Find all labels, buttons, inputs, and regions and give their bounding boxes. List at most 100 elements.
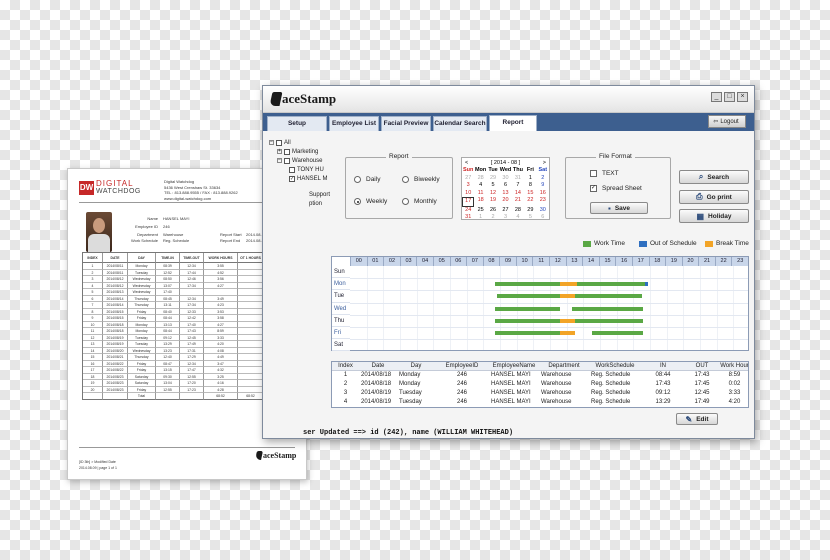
column-header[interactable]: Index [332, 362, 359, 370]
calendar-day[interactable]: 27 [462, 175, 474, 183]
radio-weekly[interactable]: Weekly [354, 198, 387, 205]
calendar-day[interactable]: 24 [462, 207, 474, 215]
radio-monthly[interactable]: Monthly [402, 198, 437, 205]
table-cell: 3 [343, 390, 348, 396]
calendar-day[interactable]: 31 [512, 175, 524, 183]
checkbox-text[interactable]: TEXT [590, 170, 619, 177]
tab-report[interactable]: Report [489, 115, 537, 131]
calendar-day[interactable]: 13 [499, 190, 511, 198]
calendar-day[interactable]: 28 [474, 175, 486, 183]
tree-item-employee[interactable]: ✓ HANSEL M [289, 174, 327, 183]
tree-item-marketing[interactable]: + Marketing [277, 147, 318, 156]
table-row[interactable]: 4 2014/08/19 Tuesday 246 HANSEL MAYI Warehous… [332, 398, 748, 407]
collapse-icon[interactable]: − [277, 158, 282, 163]
tab-employee-list[interactable]: Employee List [329, 116, 379, 131]
calendar-day[interactable]: 26 [487, 207, 499, 215]
column-header[interactable]: Work Hour [719, 362, 748, 370]
tab-facial-preview[interactable]: Facial Preview [381, 116, 431, 131]
tree-item-all[interactable]: − All [269, 138, 291, 147]
radio-daily[interactable]: Daily [354, 176, 380, 183]
calendar-day[interactable]: 18 [474, 197, 486, 207]
edit-button[interactable]: ✎ Edit [676, 413, 718, 425]
calendar-day[interactable]: 29 [524, 207, 536, 215]
column-header[interactable]: EmployeeName [489, 362, 539, 370]
column-header[interactable]: EmployeeID [435, 362, 489, 370]
calendar-day[interactable]: 3 [499, 214, 511, 222]
report-column-header: INDEX [83, 253, 103, 263]
radio-biweekly[interactable]: Biweekly [402, 176, 440, 183]
calendar-day[interactable]: 20 [499, 197, 511, 207]
calendar-day[interactable]: 19 [487, 197, 499, 207]
checkbox[interactable]: ✓ [289, 175, 295, 182]
calendar-day[interactable]: 17 [462, 197, 475, 207]
calendar-day[interactable]: 15 [524, 190, 536, 198]
calendar-prev-button[interactable]: < [465, 160, 468, 166]
column-header[interactable]: Department [539, 362, 589, 370]
calendar-day[interactable]: 2 [537, 175, 549, 183]
day-gridline [350, 339, 748, 341]
column-header[interactable]: WorkSchedule [589, 362, 641, 370]
calendar-day[interactable]: 16 [537, 190, 549, 198]
calendar-day[interactable]: 4 [474, 182, 486, 190]
calendar-day[interactable]: 1 [474, 214, 486, 222]
employee-department: Warehouse [163, 232, 184, 237]
calendar-day[interactable]: 8 [524, 182, 536, 190]
expand-icon[interactable]: + [277, 149, 282, 154]
day-gridline [350, 290, 748, 292]
tree-item-reception[interactable]: ption [309, 199, 322, 208]
search-button[interactable]: ⌕ Search [679, 170, 749, 184]
calendar-day[interactable]: 31 [462, 214, 474, 222]
calendar-day[interactable]: 21 [512, 197, 524, 207]
table-cell: Warehouse [541, 372, 572, 378]
column-header[interactable]: Day [397, 362, 435, 370]
maximize-button[interactable]: □ [724, 92, 735, 102]
print-button[interactable]: ⎙ Go print [679, 190, 749, 204]
checkbox[interactable] [284, 148, 290, 155]
calendar-day[interactable]: 23 [537, 197, 549, 207]
calendar-day[interactable]: 12 [487, 190, 499, 198]
calendar-next-button[interactable]: > [543, 160, 546, 166]
column-header[interactable]: IN [641, 362, 685, 370]
tab-calendar-search[interactable]: Calendar Search [433, 116, 487, 131]
calendar-day[interactable]: 9 [537, 182, 549, 190]
logout-button[interactable]: ⇦ Logout [708, 115, 746, 128]
hour-label: 11 [532, 257, 549, 266]
calendar-day[interactable]: 3 [462, 182, 474, 190]
checkbox[interactable] [276, 139, 282, 146]
close-button[interactable]: × [737, 92, 748, 102]
calendar-day[interactable]: 2 [487, 214, 499, 222]
tree-item-support[interactable]: Support [309, 190, 330, 199]
calendar-day[interactable]: 1 [524, 175, 536, 183]
calendar-day[interactable]: 7 [512, 182, 524, 190]
calendar-day[interactable]: 4 [512, 214, 524, 222]
collapse-icon[interactable]: − [269, 140, 274, 145]
calendar-day[interactable]: 6 [537, 214, 549, 222]
checkbox-spreadsheet[interactable]: ✓ Spread Sheet [590, 185, 642, 192]
calendar-day[interactable]: 29 [487, 175, 499, 183]
table-row[interactable]: 2 2014/08/18 Monday 246 HANSEL MAYI Warehouse… [332, 380, 748, 389]
calendar-day[interactable]: 5 [524, 214, 536, 222]
calendar-day[interactable]: 27 [499, 207, 511, 215]
holiday-button[interactable]: ▦ Holiday [679, 209, 749, 223]
column-header[interactable]: Date [359, 362, 397, 370]
save-button[interactable]: ▪ Save [590, 202, 648, 214]
checkbox[interactable] [284, 157, 290, 164]
calendar-day[interactable]: 28 [512, 207, 524, 215]
calendar-day[interactable]: 14 [512, 190, 524, 198]
calendar-day[interactable]: 6 [499, 182, 511, 190]
calendar-day[interactable]: 30 [499, 175, 511, 183]
table-row[interactable]: 1 2014/08/18 Monday 246 HANSEL MAYI Warehouse… [332, 371, 748, 380]
calendar-day[interactable]: 11 [474, 190, 486, 198]
column-header[interactable]: OUT [685, 362, 719, 370]
calendar-day[interactable]: 30 [537, 207, 549, 215]
calendar-day[interactable]: 25 [474, 207, 486, 215]
minimize-button[interactable]: _ [711, 92, 722, 102]
calendar-day[interactable]: 5 [487, 182, 499, 190]
tree-item-employee[interactable]: TONY HU [289, 165, 324, 174]
checkbox[interactable] [289, 166, 295, 173]
calendar-day[interactable]: 10 [462, 190, 474, 198]
table-row[interactable]: 3 2014/08/19 Tuesday 246 HANSEL MAYI Warehous… [332, 389, 748, 398]
tab-setup[interactable]: Setup [267, 116, 327, 131]
tree-item-warehouse[interactable]: − Warehouse [277, 156, 322, 165]
calendar-day[interactable]: 22 [524, 197, 536, 207]
